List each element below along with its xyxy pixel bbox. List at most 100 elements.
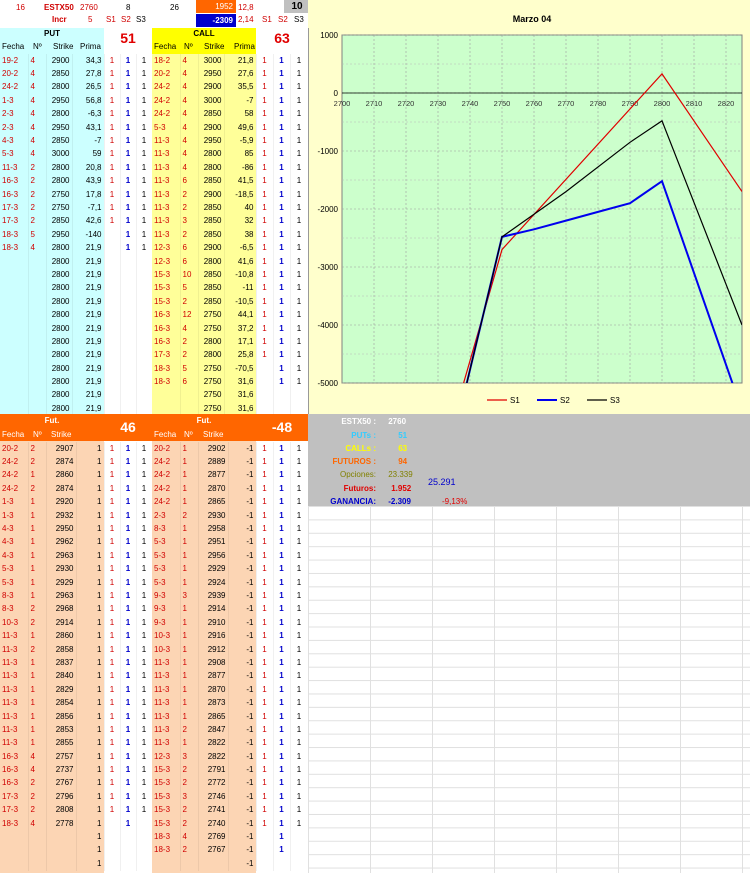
put-cell[interactable] <box>0 335 29 349</box>
put-cell[interactable]: 1 <box>120 201 137 215</box>
fut_left-cell[interactable]: 11-3 <box>0 709 29 724</box>
fut_left-cell[interactable]: 1 <box>136 442 153 456</box>
fut_right-cell[interactable]: 1 <box>180 549 199 563</box>
put-cell[interactable] <box>104 361 121 376</box>
fut_right-cell[interactable]: 1 <box>290 616 309 630</box>
fut_left-cell[interactable]: 1 <box>28 736 47 750</box>
fut_left-cell[interactable] <box>120 830 137 844</box>
fut_right-cell[interactable]: 1 <box>290 776 309 791</box>
fut_right-cell[interactable]: 2956 <box>198 549 229 563</box>
fut_right-cell[interactable]: 1 <box>256 575 274 590</box>
put-cell[interactable]: 4 <box>28 67 47 81</box>
fut_left-cell[interactable]: 2962 <box>46 535 77 550</box>
fut_left-cell[interactable]: 1 <box>76 857 105 871</box>
put-cell[interactable]: 4 <box>28 134 47 148</box>
fut_right-cell[interactable]: 2908 <box>198 656 229 670</box>
fut_right-cell[interactable] <box>180 857 199 871</box>
fut_right-cell[interactable]: 1 <box>256 535 274 550</box>
fut_left-cell[interactable]: 1 <box>120 482 137 496</box>
fut_left-cell[interactable]: 1 <box>136 482 153 496</box>
call-cell[interactable]: 1 <box>290 174 309 188</box>
fut_left-cell[interactable]: 1 <box>136 468 153 483</box>
put-cell[interactable] <box>104 268 121 282</box>
fut_left-cell[interactable]: 2757 <box>46 749 77 764</box>
fut_left-cell[interactable] <box>104 843 121 858</box>
fut_right-cell[interactable]: -1 <box>228 857 257 871</box>
call-cell[interactable]: 2900 <box>198 120 225 135</box>
fut_left-cell[interactable]: 2 <box>28 482 47 496</box>
put-cell[interactable]: 2750 <box>46 201 73 215</box>
call-cell[interactable]: 1 <box>256 241 274 255</box>
call-cell[interactable]: 11-3 <box>152 134 181 148</box>
put-cell[interactable]: 3000 <box>46 147 73 162</box>
fut_left-cell[interactable]: 1 <box>136 776 153 791</box>
fut_left-cell[interactable]: 1 <box>104 562 121 576</box>
fut_left-cell[interactable] <box>104 857 121 871</box>
put-cell[interactable]: 1 <box>136 54 153 68</box>
fut_left-cell[interactable]: 1 <box>120 468 137 483</box>
fut_right-cell[interactable]: 2873 <box>198 696 229 710</box>
fut_right-cell[interactable]: 2847 <box>198 723 229 737</box>
call-cell[interactable]: 11-3 <box>152 201 181 215</box>
put-cell[interactable]: 1 <box>136 94 153 108</box>
fut_right-cell[interactable]: -1 <box>228 696 257 710</box>
call-cell[interactable]: 4 <box>180 94 199 108</box>
call-cell[interactable]: 2850 <box>198 214 225 229</box>
put-cell[interactable]: 1 <box>136 161 153 175</box>
call-cell[interactable]: 2850 <box>198 295 225 309</box>
call-cell[interactable]: 31,6 <box>224 388 257 403</box>
fut_left-cell[interactable]: 2874 <box>46 455 77 469</box>
fut_left-cell[interactable]: 2929 <box>46 575 77 590</box>
call-cell[interactable]: 3000 <box>198 54 225 68</box>
fut_left-cell[interactable]: 1 <box>104 495 121 509</box>
fut_right-cell[interactable]: -1 <box>228 683 257 697</box>
call-cell[interactable]: 2800 <box>198 254 225 269</box>
fut_right-cell[interactable]: 2769 <box>198 830 229 844</box>
fut_left-cell[interactable]: 1 <box>104 763 121 777</box>
fut_right-cell[interactable]: 9-3 <box>152 602 181 617</box>
fut_right-cell[interactable]: 1 <box>290 790 309 804</box>
fut_right-cell[interactable]: -1 <box>228 616 257 630</box>
put-cell[interactable]: 18-3 <box>0 241 29 255</box>
fut_right-cell[interactable]: 5-3 <box>152 535 181 550</box>
fut_left-cell[interactable]: 1 <box>136 589 153 603</box>
call-cell[interactable]: 32 <box>224 214 257 229</box>
fut_right-cell[interactable]: -1 <box>228 736 257 750</box>
fut_left-cell[interactable]: 1 <box>120 442 137 456</box>
fut_right-cell[interactable]: 15-3 <box>152 803 181 817</box>
call-cell[interactable]: -10,8 <box>224 268 257 282</box>
put-cell[interactable] <box>28 254 47 269</box>
put-cell[interactable] <box>28 348 47 362</box>
fut_left-cell[interactable]: 1 <box>104 629 121 643</box>
fut_left-cell[interactable]: 1 <box>120 562 137 576</box>
fut_left-cell[interactable]: 1 <box>104 508 121 523</box>
fut_left-cell[interactable]: 2767 <box>46 776 77 791</box>
put-cell[interactable]: -7 <box>72 134 105 148</box>
call-cell[interactable]: 4 <box>180 147 199 162</box>
fut_left-cell[interactable]: 1 <box>28 575 47 590</box>
fut_left-cell[interactable]: 1 <box>76 549 105 563</box>
put-cell[interactable]: 21,9 <box>72 308 105 322</box>
fut_right-cell[interactable]: 2951 <box>198 535 229 550</box>
call-cell[interactable]: 2850 <box>198 201 225 215</box>
fut_left-cell[interactable]: 1 <box>76 843 105 858</box>
fut_right-cell[interactable]: -1 <box>228 656 257 670</box>
fut_left-cell[interactable]: 1 <box>76 736 105 750</box>
fut_right-cell[interactable]: 2822 <box>198 749 229 764</box>
fut_left-cell[interactable]: 1 <box>28 683 47 697</box>
fut_right-cell[interactable]: 1 <box>273 736 291 750</box>
put-cell[interactable] <box>136 268 153 282</box>
call-cell[interactable]: 85 <box>224 147 257 162</box>
put-cell[interactable] <box>28 335 47 349</box>
fut_left-cell[interactable]: 1 <box>28 589 47 603</box>
put-cell[interactable]: 43,1 <box>72 120 105 135</box>
call-cell[interactable]: 11-3 <box>152 187 181 202</box>
put-cell[interactable]: 1 <box>104 94 121 108</box>
put-cell[interactable]: 34,3 <box>72 54 105 68</box>
fut_left-cell[interactable]: 1 <box>28 696 47 710</box>
call-cell[interactable]: 24-2 <box>152 107 181 121</box>
put-cell[interactable] <box>28 268 47 282</box>
call-cell[interactable]: 1 <box>290 375 309 389</box>
fut_left-cell[interactable]: 1 <box>136 562 153 576</box>
put-cell[interactable]: 1 <box>136 107 153 121</box>
